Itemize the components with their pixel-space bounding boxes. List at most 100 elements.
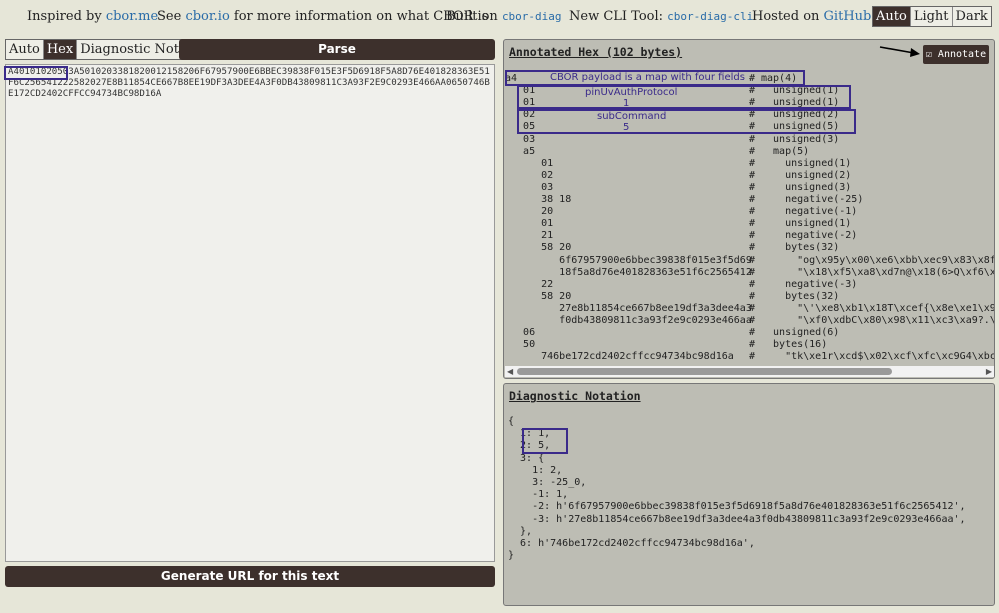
comment-hash: # [749,230,756,242]
built-on: Built on cbor-diag [446,9,562,24]
hex-description: unsigned(6) [761,327,840,339]
comment-hash: # [749,278,756,290]
horizontal-scrollbar[interactable]: ◀ ▶ [505,366,994,377]
hex-description: negative(-3) [761,278,858,290]
diagnostic-line: 6: h'746be172cd2402cffcc94734bc98d16a', [508,538,755,550]
diagnostic-notation-title: Diagnostic Notation [509,389,641,403]
diagnostic-line: 3: { [508,452,545,464]
mode-auto[interactable]: Auto [6,40,43,59]
hex-row: 03 # unsigned(3) [505,134,994,146]
comment-hash: # [749,206,756,218]
hex-description: unsigned(1) [761,157,852,169]
see-cbor-io: See cbor.io for more information on what… [157,9,488,24]
comment-hash: # [749,254,756,266]
hex-bytes: 03 [505,181,554,193]
diagnostic-line: 2: 5, [508,440,551,452]
hex-bytes: 21 [505,230,554,242]
hex-bytes: 06 [505,327,536,339]
generate-url-button[interactable]: Generate URL for this text [5,566,495,587]
hex-bytes: 58 20 [505,242,572,254]
github-link[interactable]: GitHub [824,9,872,24]
cbor-diag-link[interactable]: cbor-diag [502,10,562,23]
see-prefix: See [157,9,182,24]
hex-row: 58 20 # bytes(32) [505,242,994,254]
hex-description: negative(-1) [761,206,858,218]
hex-bytes: 01 [505,157,554,169]
comment-hash: # [749,145,756,157]
theme-dark[interactable]: Dark [951,7,991,26]
comment-hash: # [749,133,756,145]
hex-row: 02 # unsigned(2) [505,170,994,182]
hex-description: bytes(32) [761,290,840,302]
hex-row: a5 # map(5) [505,146,994,158]
hex-description: unsigned(2) [761,169,852,181]
hex-row: 6f67957900e6bbec39838f015e3f5d69 # "og\x9… [505,255,994,267]
annotate-toggle[interactable]: ☑ Annotate [923,45,989,64]
mode-hex[interactable]: Hex [42,40,77,59]
diagnostic-line: -3: h'27e8b11854ce667b8ee19df3a3dee4a3f0… [508,513,966,525]
diagnostic-notation-content: { 1: 1, 2: 5, 3: { 1: 2, 3: -25_0, -1: 1… [508,416,966,562]
hosted-prefix: Hosted on [752,9,820,24]
cli-tool: New CLI Tool: cbor-diag-cli [569,9,753,24]
comment-hash: # [749,339,756,351]
hex-row: 38 18 # negative(-25) [505,194,994,206]
hex-row: 27e8b11854ce667b8ee19df3a3dee4a3 # "\'\xe… [505,303,994,315]
hex-description: unsigned(1) [761,218,852,230]
hex-bytes: 6f67957900e6bbec39838f015e3f5d69 [505,254,752,266]
hex-bytes: 20 [505,206,554,218]
hex-row: 58 20 # bytes(32) [505,291,994,303]
hex-bytes: 27e8b11854ce667b8ee19df3a3dee4a3 [505,302,752,314]
hex-description: bytes(16) [761,339,828,351]
input-rest-text: 03A5010203381820012158206F67957900E6BBEC… [8,67,490,99]
input-highlight-box [4,66,68,80]
hex-description: negative(-2) [761,230,858,242]
hex-input-textarea[interactable]: A40101020503A5010203381820012158206F6795… [5,64,495,562]
hex-row: 06 # unsigned(6) [505,327,994,339]
diagnostic-highlight-box [522,428,568,454]
hex-description: bytes(32) [761,242,840,254]
cli-prefix: New CLI Tool: [569,9,664,24]
cbor-diag-cli-link[interactable]: cbor-diag-cli [667,10,753,23]
diagnostic-line: 1: 1, [508,428,551,440]
diagnostic-line: } [508,550,515,562]
cbor-me-link[interactable]: cbor.me [106,9,158,24]
hex-row: 21 # negative(-2) [505,230,994,242]
hex-row: 50 # bytes(16) [505,339,994,351]
diagnostic-line: -2: h'6f67957900e6bbec39838f015e3f5d6918… [508,501,966,513]
hosted-on: Hosted on GitHub [752,9,871,24]
hex-description: "\xf0\xdbC\x80\x98\x11\xc3\xa9?.\x9 [761,315,994,326]
comment-hash: # [749,327,756,339]
comment-hash: # [749,302,756,314]
scrollbar-thumb[interactable] [517,368,892,375]
hex-bytes: a5 [505,145,536,157]
hex-row: 18f5a8d76e401828363e51f6c2565412 # "\x18\… [505,267,994,279]
annotation-box-payload [505,70,805,86]
scroll-left-icon[interactable]: ◀ [507,367,513,376]
hex-row: 01 # unsigned(1) [505,158,994,170]
scroll-right-icon[interactable]: ▶ [986,367,992,376]
arrow-icon [879,46,920,57]
hex-description: "\'\xe8\xb1\x18T\xcef{\x8e\xe1\x9d\ [761,302,994,314]
parse-button[interactable]: Parse [179,39,495,60]
comment-hash: # [749,181,756,193]
diagnostic-line: 3: -25_0, [508,477,587,489]
hex-row: f0db43809811c3a93f2e9c0293e466aa # "\xf0\… [505,315,994,327]
theme-auto[interactable]: Auto [873,7,910,26]
hex-row: 01 # unsigned(1) [505,218,994,230]
comment-hash: # [749,266,756,278]
hex-row: 03 # unsigned(3) [505,182,994,194]
hex-bytes: 01 [505,218,554,230]
theme-light[interactable]: Light [909,7,952,26]
cbor-io-link[interactable]: cbor.io [185,9,229,24]
annotated-hex-title: Annotated Hex (102 bytes) [509,45,683,59]
built-prefix: Built on [446,9,498,24]
comment-hash: # [749,218,756,230]
hex-bytes: 58 20 [505,290,572,302]
hex-description: negative(-25) [761,194,864,205]
hex-bytes: 18f5a8d76e401828363e51f6c2565412 [505,266,752,278]
hex-bytes: 38 18 [505,194,572,205]
hex-description: "\x18\xf5\xa8\xd7n@\x18(6>Q\xf6\xc2 [761,266,994,278]
hex-row: 22 # negative(-3) [505,279,994,291]
comment-hash: # [749,194,756,205]
diagnostic-line: 1: 2, [508,464,563,476]
